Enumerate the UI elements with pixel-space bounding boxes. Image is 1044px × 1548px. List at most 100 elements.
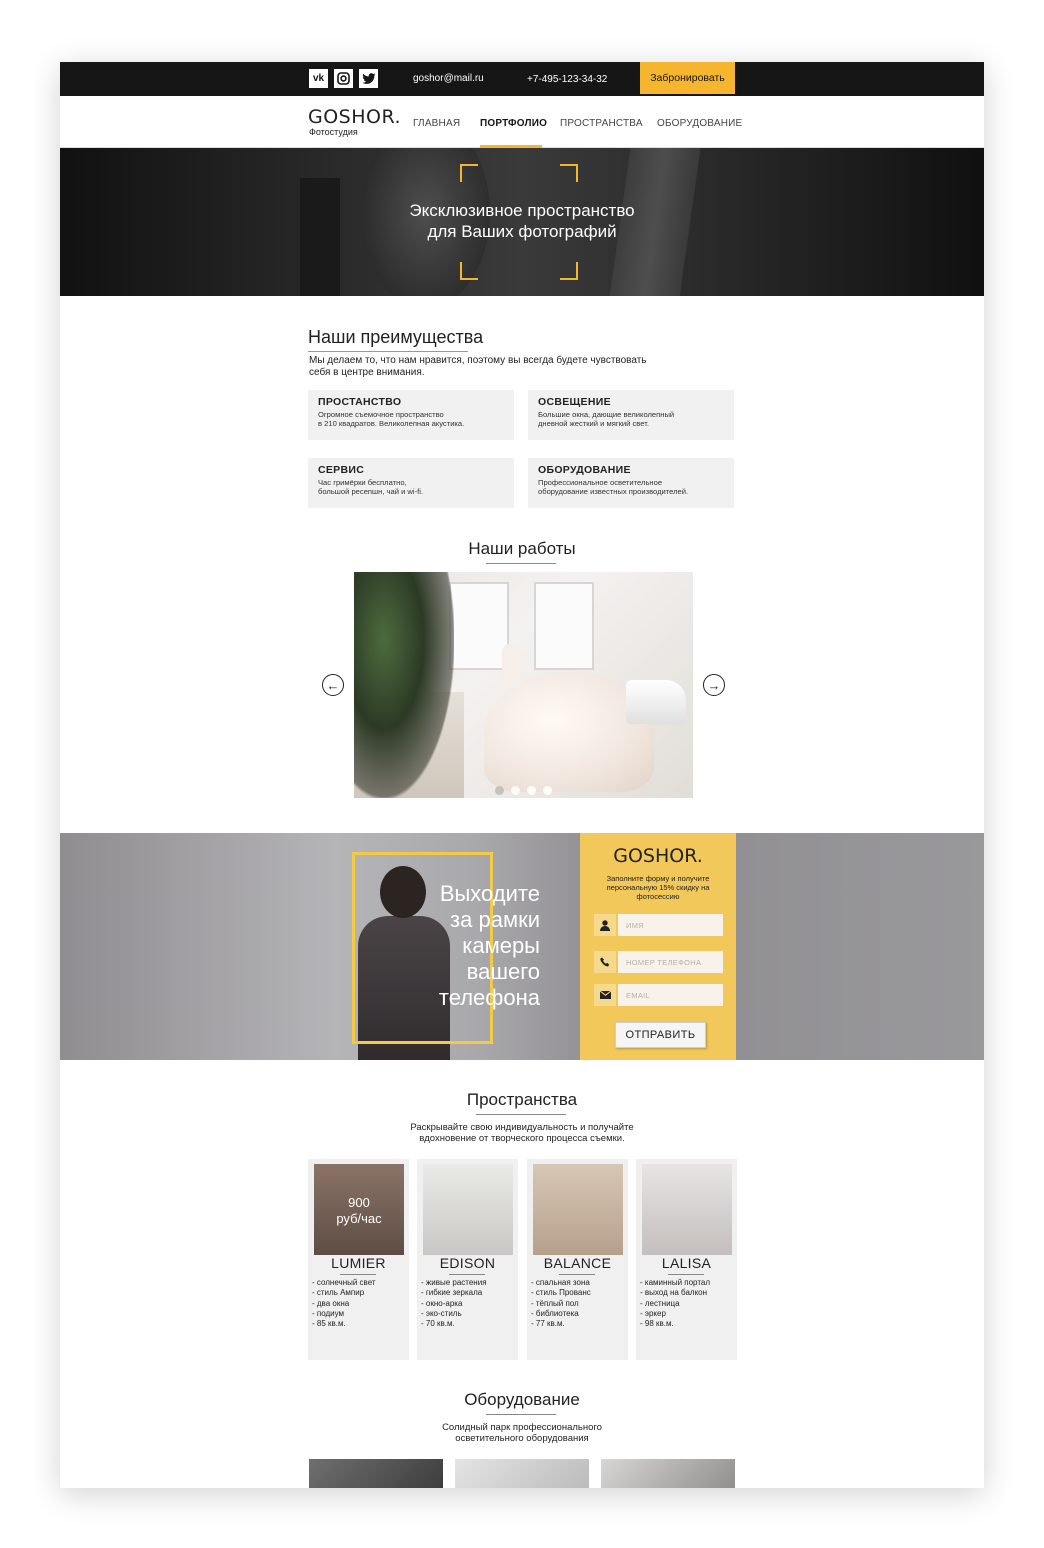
portfolio-slider[interactable]: [354, 572, 693, 798]
contact-phone[interactable]: +7-495-123-34-32: [527, 74, 607, 85]
slider-dot[interactable]: [495, 786, 504, 795]
space-card[interactable]: BALANCE - спальная зона - стиль Прованс …: [527, 1159, 628, 1360]
advantage-card: ОСВЕЩЕНИЕ Большие окна, дающие великолеп…: [528, 390, 734, 440]
space-features: - живые растения - гибкие зеркала - окно…: [421, 1278, 487, 1329]
email-input[interactable]: EMAIL: [618, 984, 723, 1006]
space-name: BALANCE: [543, 1255, 612, 1271]
advantage-card: ПРОСТАНСТВО Огромное съемочное пространс…: [308, 390, 514, 440]
slider-dot[interactable]: [527, 786, 536, 795]
frame-corner: [560, 262, 578, 280]
slide-piano: [626, 680, 686, 724]
advantage-card-text: Огромное съемочное пространство в 210 кв…: [318, 410, 504, 428]
form-logo: GOSHOR.: [613, 845, 703, 867]
space-feature: - стиль Прованс: [531, 1288, 591, 1298]
equipment-photo[interactable]: [309, 1459, 443, 1488]
space-photo: [642, 1164, 732, 1255]
space-feature: - спальная зона: [531, 1278, 590, 1287]
space-feature: - стиль Ампир: [312, 1288, 365, 1298]
instagram-icon[interactable]: [334, 69, 353, 88]
vk-icon[interactable]: vk: [309, 69, 328, 88]
space-feature: - лестница: [640, 1298, 680, 1308]
advantage-card-line: большой ресепшн, чай и wi-fi.: [318, 487, 424, 496]
phone-input[interactable]: НОМЕР ТЕЛЕФОНА: [618, 951, 723, 973]
space-name-underline: [668, 1274, 704, 1275]
nav-item-spaces[interactable]: ПРОСТРАНСТВА: [560, 118, 643, 129]
book-button[interactable]: Забронировать: [640, 62, 735, 94]
spaces-title: Пространства: [466, 1090, 578, 1109]
slider-dot[interactable]: [511, 786, 520, 795]
space-feature: - 70 кв.м.: [421, 1319, 455, 1329]
name-input[interactable]: ИМЯ: [618, 914, 723, 936]
frame-corner: [460, 164, 478, 182]
title-underline: [486, 1414, 556, 1415]
slide-window: [449, 582, 509, 670]
promo-title-line: телефона: [438, 985, 540, 1010]
slide-window: [534, 582, 594, 670]
advantage-card-title: ОБОРУДОВАНИЕ: [538, 464, 631, 476]
advantage-card-line: Профессиональное осветительное: [538, 478, 663, 487]
slide-bride: [502, 644, 522, 688]
title-underline: [308, 351, 468, 352]
space-photo: [423, 1164, 513, 1255]
space-name-underline: [559, 1274, 595, 1275]
promo-title-line: за рамки: [450, 907, 540, 932]
advantage-card-line: в 210 квадратов. Великолепная акустика.: [318, 419, 465, 428]
top-bar: vk goshor@mail.ru +7-495-123-34-32 Забро…: [60, 62, 984, 96]
contact-email[interactable]: goshor@mail.ru: [413, 73, 484, 84]
space-feature: - гибкие зеркала: [421, 1288, 483, 1298]
space-name-underline: [449, 1274, 485, 1275]
space-feature: - 85 кв.м.: [312, 1319, 346, 1329]
space-feature: - 77 кв.м.: [531, 1319, 565, 1329]
hero-title-line: Эксклюзивное пространство: [409, 201, 635, 220]
nav-item-home[interactable]: ГЛАВНАЯ: [413, 118, 460, 129]
form-text: Заполните форму и получите персональную …: [606, 874, 710, 901]
main-nav: GOSHOR. Фотостудия ГЛАВНАЯ ПОРТФОЛИО ПРО…: [60, 96, 984, 148]
advantage-card-line: дневной жесткий и мягкий свет.: [538, 419, 649, 428]
slider-prev-arrow-icon[interactable]: ←: [322, 674, 344, 696]
advantage-card-title: СЕРВИС: [318, 464, 365, 476]
logo[interactable]: GOSHOR.: [308, 106, 401, 128]
twitter-icon[interactable]: [359, 69, 378, 88]
advantage-card-text: Час гримёрки бесплатно, большой ресепшн,…: [318, 478, 504, 496]
space-feature: - эркер: [640, 1308, 666, 1318]
title-underline: [476, 1114, 566, 1115]
user-icon: [594, 914, 616, 936]
space-feature: - 98 кв.м.: [640, 1319, 674, 1329]
space-name: LALISA: [661, 1255, 712, 1271]
promo-title-line: вашего: [466, 959, 540, 984]
space-feature: - эко-стиль: [421, 1308, 462, 1318]
nav-item-equipment[interactable]: ОБОРУДОВАНИЕ: [657, 118, 742, 129]
space-feature: - библиотека: [531, 1308, 579, 1318]
equipment-photo[interactable]: [601, 1459, 735, 1488]
space-features: - каминный портал - выход на балкон - ле…: [640, 1278, 710, 1329]
space-feature: - выход на балкон: [640, 1288, 708, 1298]
space-feature: - подиум: [312, 1308, 345, 1318]
space-price: 900 руб/час: [314, 1195, 404, 1227]
space-feature: - солнечный свет: [312, 1278, 376, 1287]
slider-dots: [495, 786, 552, 795]
space-card[interactable]: EDISON - живые растения - гибкие зеркала…: [417, 1159, 518, 1360]
works-title: Наши работы: [468, 539, 576, 558]
space-card[interactable]: 900 руб/час LUMIER - солнечный свет - ст…: [308, 1159, 409, 1360]
equipment-photo[interactable]: [455, 1459, 589, 1488]
advantages-text: Мы делаем то, что нам нравится, поэтому …: [309, 355, 647, 378]
equipment-title: Оборудование: [464, 1390, 580, 1409]
phone-icon: [594, 951, 616, 973]
space-price-value: 900: [348, 1195, 370, 1210]
slider-next-arrow-icon[interactable]: →: [703, 674, 725, 696]
discount-form: GOSHOR. Заполните форму и получите персо…: [580, 833, 736, 1060]
equipment-text: Солидный парк профессионального осветите…: [372, 1422, 672, 1444]
advantages-title: Наши преимущества: [308, 327, 484, 347]
slider-dot[interactable]: [543, 786, 552, 795]
phone-field: НОМЕР ТЕЛЕФОНА: [594, 951, 723, 973]
space-card[interactable]: LALISA - каминный портал - выход на балк…: [636, 1159, 737, 1360]
submit-button[interactable]: ОТПРАВИТЬ: [615, 1022, 706, 1048]
promo-title-line: Выходите: [439, 881, 540, 906]
email-field: EMAIL: [594, 984, 723, 1006]
promo-banner: Выходите за рамки камеры вашего телефона…: [60, 833, 984, 1060]
nav-item-portfolio[interactable]: ПОРТФОЛИО: [480, 118, 547, 129]
title-underline: [486, 563, 556, 564]
frame-corner: [460, 262, 478, 280]
space-price-unit: руб/час: [336, 1211, 382, 1226]
space-name: LUMIER: [331, 1255, 386, 1271]
